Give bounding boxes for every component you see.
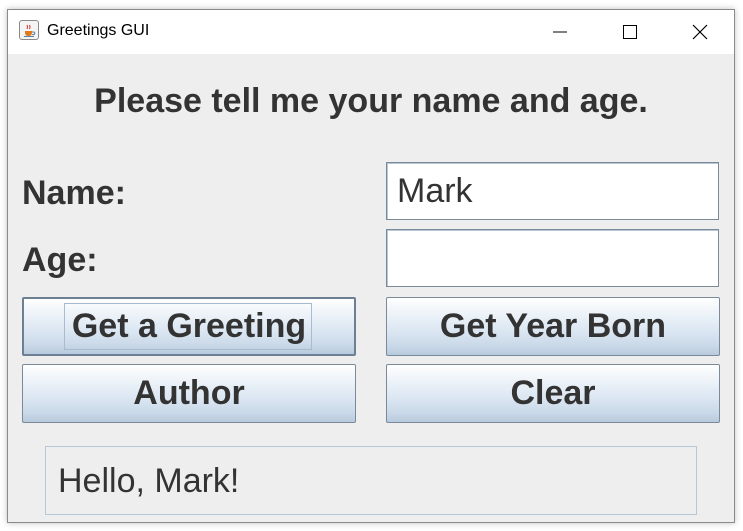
close-icon: [692, 24, 708, 40]
author-button[interactable]: Author: [22, 364, 356, 423]
java-cup-icon: [19, 20, 39, 40]
prompt-heading: Please tell me your name and age.: [94, 82, 648, 120]
maximize-button[interactable]: [600, 10, 660, 54]
name-field[interactable]: [386, 162, 719, 220]
minimize-button[interactable]: [530, 10, 590, 54]
get-year-born-button[interactable]: Get Year Born: [386, 297, 720, 356]
author-label: Author: [133, 374, 245, 412]
app-window: Greetings GUI Please tell me your name a…: [7, 9, 735, 523]
greeting-output: Hello, Mark!: [45, 446, 697, 515]
get-greeting-button[interactable]: Get a Greeting: [22, 297, 356, 356]
age-label: Age:: [22, 241, 98, 279]
window-title: Greetings GUI: [47, 22, 150, 39]
clear-button[interactable]: Clear: [386, 364, 720, 423]
get-greeting-label: Get a Greeting: [71, 307, 307, 345]
name-label: Name:: [22, 174, 126, 212]
maximize-icon: [623, 25, 637, 39]
close-button[interactable]: [670, 10, 730, 54]
age-field[interactable]: [386, 229, 719, 287]
clear-label: Clear: [510, 374, 596, 412]
get-year-born-label: Get Year Born: [439, 307, 667, 345]
minimize-icon: [553, 31, 567, 33]
title-bar[interactable]: Greetings GUI: [8, 10, 734, 54]
